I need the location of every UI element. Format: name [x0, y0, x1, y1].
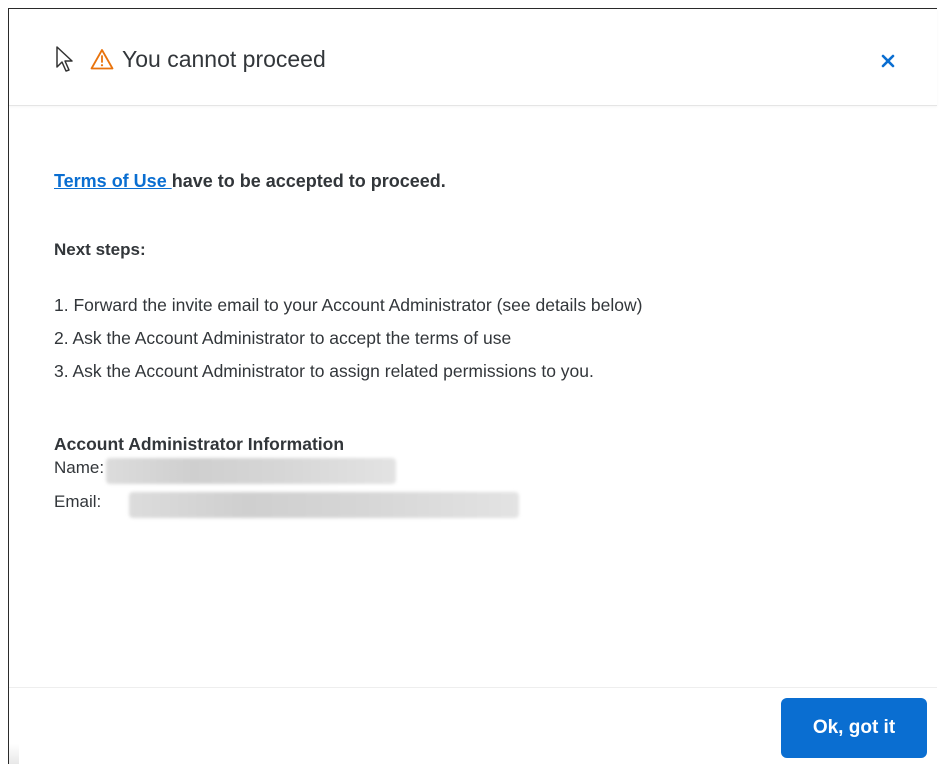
- dialog-header: You cannot proceed: [9, 9, 937, 106]
- admin-info-section: Account Administrator Information Name: …: [54, 432, 519, 524]
- close-button[interactable]: [877, 49, 901, 73]
- dialog-content: Terms of Use have to be accepted to proc…: [54, 169, 917, 518]
- terms-of-use-link[interactable]: Terms of Use: [54, 171, 172, 191]
- admin-name-row: Name:: [54, 456, 396, 490]
- terms-dialog: You cannot proceed Terms of Use have to …: [8, 8, 937, 764]
- lead-text: have to be accepted to proceed.: [171, 171, 446, 191]
- name-label: Name:: [54, 458, 105, 477]
- ok-got-it-button[interactable]: Ok, got it: [781, 698, 927, 758]
- mouse-pointer-icon: [56, 46, 73, 72]
- admin-email-row: Email:: [54, 490, 519, 524]
- close-icon: [881, 54, 895, 68]
- redacted-name: [106, 458, 396, 484]
- redacted-email: [129, 492, 519, 518]
- step-number: 1.: [54, 295, 69, 315]
- list-item: 1. Forward the invite email to your Acco…: [54, 293, 642, 326]
- step-number: 2.: [54, 328, 69, 348]
- list-item: 3. Ask the Account Administrator to assi…: [54, 359, 642, 392]
- dialog-footer: Ok, got it: [9, 687, 937, 764]
- lead-message: Terms of Use have to be accepted to proc…: [54, 169, 917, 193]
- warning-triangle-icon: [90, 49, 114, 70]
- steps-list: 1. Forward the invite email to your Acco…: [54, 293, 642, 392]
- step-text: Forward the invite email to your Account…: [68, 295, 643, 315]
- admin-info-heading: Account Administrator Information: [54, 434, 345, 454]
- next-steps-heading: Next steps:: [54, 240, 146, 259]
- edge-shadow: [9, 744, 19, 764]
- step-text: Ask the Account Administrator to accept …: [68, 328, 512, 348]
- step-number: 3.: [54, 361, 69, 381]
- list-item: 2. Ask the Account Administrator to acce…: [54, 326, 642, 359]
- email-label: Email:: [54, 492, 102, 511]
- dialog-title: You cannot proceed: [122, 46, 326, 72]
- step-text: Ask the Account Administrator to assign …: [68, 361, 594, 381]
